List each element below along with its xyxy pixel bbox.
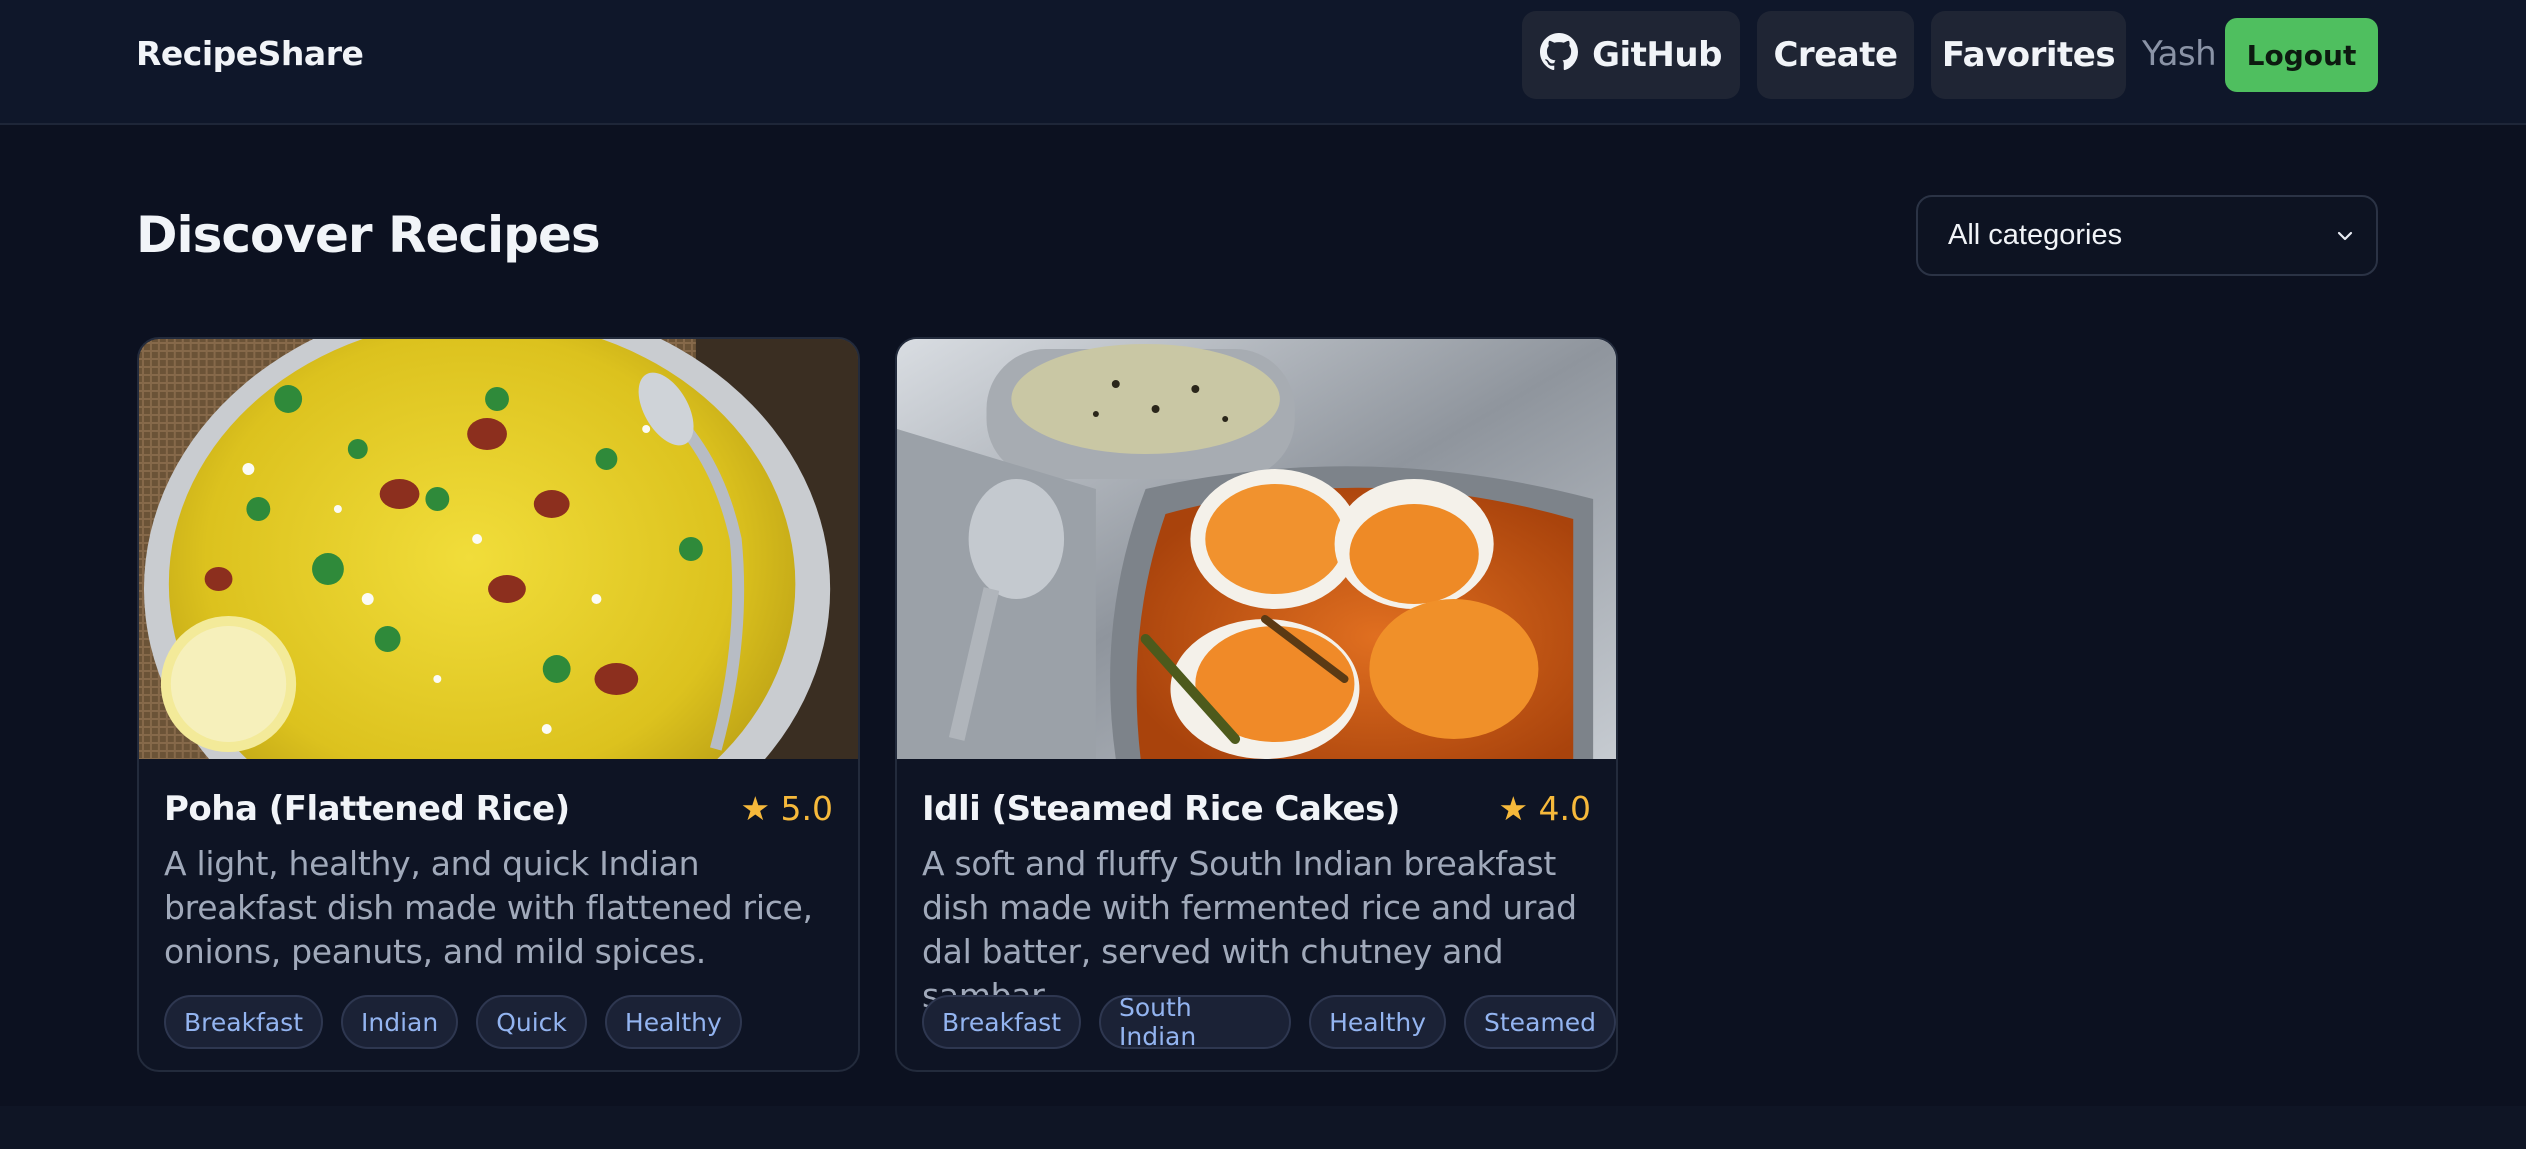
username-label: Yash (2142, 34, 2217, 74)
logout-button[interactable]: Logout (2225, 18, 2378, 92)
chevron-down-icon (2337, 231, 2353, 241)
create-button[interactable]: Create (1757, 11, 1914, 99)
recipe-tags: Breakfast South Indian Healthy Steamed (922, 993, 1616, 1051)
recipe-title[interactable]: Idli (Steamed Rice Cakes) (922, 789, 1400, 829)
top-nav: RecipeShare GitHub Create Favorites Yash… (0, 0, 2526, 125)
recipe-card[interactable]: Idli (Steamed Rice Cakes) ★ 4.0 A soft a… (895, 337, 1618, 1072)
recipe-tags: Breakfast Indian Quick Healthy (164, 995, 742, 1049)
github-icon (1540, 33, 1579, 71)
tag-breakfast[interactable]: Breakfast (922, 995, 1082, 1049)
category-select[interactable]: All categories (1916, 195, 2378, 276)
recipe-card[interactable]: Poha (Flattened Rice) ★ 5.0 A light, hea… (137, 337, 860, 1072)
category-select-value: All categories (1948, 219, 2123, 251)
tag-steamed[interactable]: Steamed (1464, 995, 1616, 1049)
brand-logo[interactable]: RecipeShare (136, 34, 364, 73)
recipe-rating: ★ 5.0 (740, 789, 833, 828)
page-title: Discover Recipes (136, 206, 601, 264)
recipe-rating: ★ 4.0 (1498, 789, 1591, 828)
tag-healthy[interactable]: Healthy (1309, 995, 1447, 1049)
github-button[interactable]: GitHub (1522, 11, 1740, 99)
favorites-button[interactable]: Favorites (1931, 11, 2126, 99)
recipe-title[interactable]: Poha (Flattened Rice) (164, 789, 570, 829)
tag-indian[interactable]: Indian (341, 995, 459, 1049)
recipe-image-idli (897, 339, 1616, 759)
footer (0, 1106, 2526, 1149)
tag-south-indian[interactable]: South Indian (1099, 993, 1292, 1051)
recipe-description: A soft and fluffy South Indian breakfast… (922, 844, 1577, 1015)
recipe-description: A light, healthy, and quick Indian break… (164, 844, 813, 971)
tag-healthy[interactable]: Healthy (604, 995, 742, 1049)
github-label: GitHub (1592, 35, 1722, 75)
recipe-image-poha (139, 339, 858, 759)
tag-breakfast[interactable]: Breakfast (164, 995, 324, 1049)
tag-quick[interactable]: Quick (476, 995, 587, 1049)
